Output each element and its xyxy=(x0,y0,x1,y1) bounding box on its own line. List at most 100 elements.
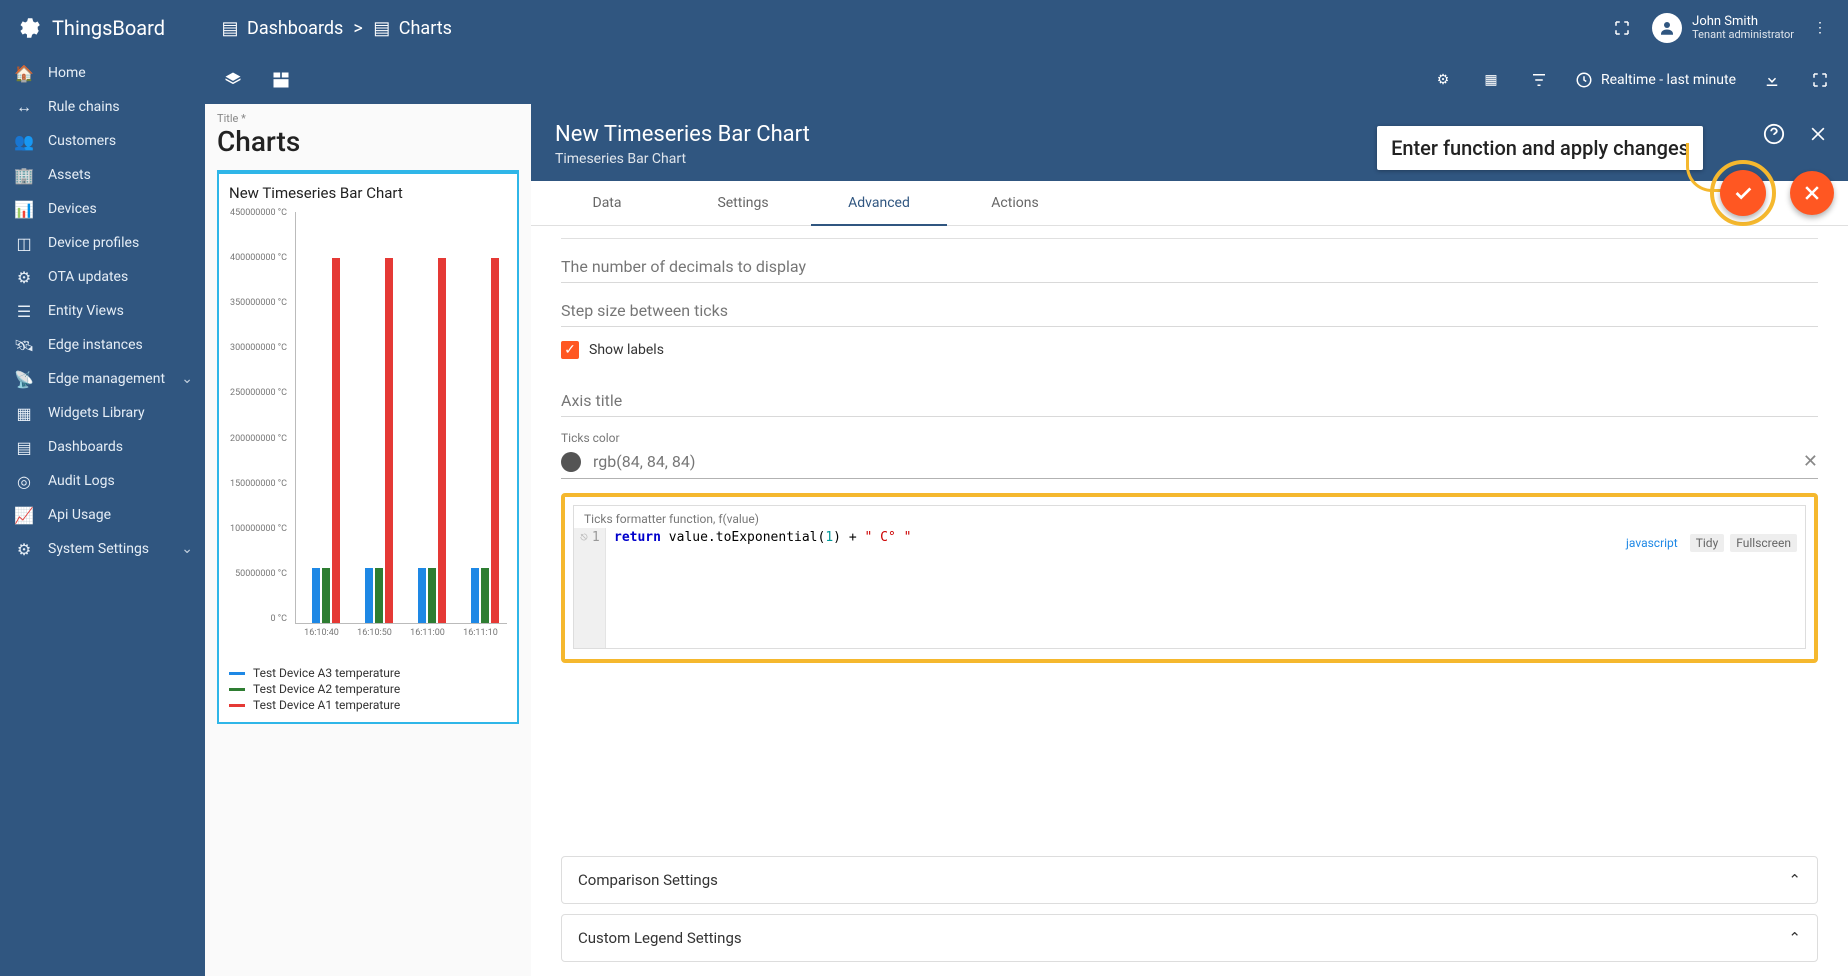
accordion-comparison-settings[interactable]: Comparison Settings ⌃ xyxy=(561,856,1818,904)
breadcrumb-label: Charts xyxy=(399,18,452,39)
sidebar-item-audit-logs[interactable]: ◎Audit Logs xyxy=(0,464,205,498)
bar xyxy=(332,258,340,623)
chevron-up-icon: ⌃ xyxy=(1788,871,1801,889)
widget-editor-panel: New Timeseries Bar Chart Timeseries Bar … xyxy=(531,104,1848,976)
ticks-formatter-code[interactable]: Ticks formatter function, f(value) ⎋1 re… xyxy=(573,505,1806,649)
sidebar-item-system-settings[interactable]: ⚙System Settings⌄ xyxy=(0,532,205,566)
breadcrumb-sep: > xyxy=(353,18,362,39)
bar xyxy=(312,568,320,623)
layout-icon[interactable]: ▦ xyxy=(1479,68,1503,92)
sidebar-item-label: Device profiles xyxy=(48,235,139,251)
dashboard-icon: ▤ xyxy=(221,19,239,37)
profile-icon: ◫ xyxy=(14,233,34,253)
sidebar-item-label: OTA updates xyxy=(48,269,128,285)
sidebar-item-dashboards[interactable]: ▤ Dashboards xyxy=(0,430,205,464)
user-role: Tenant administrator xyxy=(1692,29,1794,41)
breadcrumb-root[interactable]: ▤Dashboards xyxy=(221,18,343,39)
close-icon[interactable] xyxy=(1806,122,1830,146)
y-axis-ticks: 450000000 °C400000000 °C350000000 °C3000… xyxy=(229,208,291,624)
sidebar-item-label: Assets xyxy=(48,167,91,183)
sidebar-item-edge-instances[interactable]: 🛰Edge instances xyxy=(0,328,205,362)
color-swatch-icon[interactable] xyxy=(561,452,581,472)
breadcrumb-current[interactable]: ▤Charts xyxy=(373,18,452,39)
sidebar-item-label: Home xyxy=(48,65,86,81)
tab-advanced[interactable]: Advanced xyxy=(811,181,947,225)
sidebar-item-label: Entity Views xyxy=(48,303,124,319)
people-icon: 👥 xyxy=(14,131,34,151)
fullscreen-icon[interactable] xyxy=(1610,16,1634,40)
sidebar-item-home[interactable]: 🏠 Home xyxy=(0,56,205,90)
sidebar-item-label: Audit Logs xyxy=(48,473,115,489)
tab-data[interactable]: Data xyxy=(539,181,675,225)
sidebar-item-label: Widgets Library xyxy=(48,405,145,421)
time-window[interactable]: Realtime - last minute xyxy=(1575,71,1736,89)
grid-icon[interactable] xyxy=(269,68,293,92)
code-fullscreen-button[interactable]: Fullscreen xyxy=(1730,534,1797,552)
apply-button[interactable] xyxy=(1720,170,1766,216)
gear-icon xyxy=(14,14,42,42)
legend-swatch-icon xyxy=(229,672,245,675)
sidebar-item-entity-views[interactable]: ☰Entity Views xyxy=(0,294,205,328)
sidebar-item-rule-chains[interactable]: ↔Rule chains xyxy=(0,90,205,124)
chevron-up-icon: ⌃ xyxy=(1788,929,1801,947)
bar xyxy=(322,568,330,623)
sidebar-item-assets[interactable]: 🏢 Assets xyxy=(0,158,205,192)
home-icon: 🏠 xyxy=(14,63,34,83)
code-lang-tag[interactable]: javascript xyxy=(1620,534,1684,552)
accordion-label: Custom Legend Settings xyxy=(578,929,742,947)
x-axis-ticks: 16:10:4016:10:5016:11:0016:11:10 xyxy=(295,628,507,644)
decimals-field[interactable]: The number of decimals to display xyxy=(561,239,1818,283)
memory-icon: ⚙ xyxy=(14,267,34,287)
tab-settings[interactable]: Settings xyxy=(675,181,811,225)
sidebar-item-widgets-library[interactable]: ▦Widgets Library xyxy=(0,396,205,430)
show-labels-row[interactable]: ✓ Show labels xyxy=(561,327,1818,373)
axis-title-field[interactable]: Axis title xyxy=(561,373,1818,417)
ticks-color-field[interactable]: rgb(84, 84, 84) ✕ xyxy=(561,445,1818,479)
legend-item[interactable]: Test Device A2 temperature xyxy=(229,682,507,696)
sidebar-item-edge-management[interactable]: 📡Edge management⌄ xyxy=(0,362,205,396)
code-tidy-button[interactable]: Tidy xyxy=(1690,534,1725,552)
sidebar-item-ota-updates[interactable]: ⚙ OTA updates xyxy=(0,260,205,294)
sidebar-item-label: Dashboards xyxy=(48,439,123,455)
sidebar: ThingsBoard 🏠 Home ↔Rule chains 👥Customer… xyxy=(0,0,205,976)
legend-label: Test Device A2 temperature xyxy=(253,682,400,696)
title-field-label: Title * xyxy=(217,112,519,125)
app-logo[interactable]: ThingsBoard xyxy=(0,0,205,56)
checkbox-checked-icon[interactable]: ✓ xyxy=(561,341,579,359)
download-icon[interactable] xyxy=(1760,68,1784,92)
filter-icon[interactable] xyxy=(1527,68,1551,92)
expand-icon[interactable] xyxy=(1808,68,1832,92)
sidebar-item-api-usage[interactable]: 📈Api Usage xyxy=(0,498,205,532)
bar xyxy=(375,568,383,623)
chart-legend: Test Device A3 temperature Test Device A2… xyxy=(229,666,507,712)
sidebar-item-devices[interactable]: 📊Devices xyxy=(0,192,205,226)
dashboard-title[interactable]: Charts xyxy=(217,125,519,158)
dashboard-icon: ▤ xyxy=(14,437,34,457)
step-size-field[interactable]: Step size between ticks xyxy=(561,283,1818,327)
user-menu[interactable]: John Smith Tenant administrator xyxy=(1652,13,1794,43)
user-name: John Smith xyxy=(1692,15,1794,29)
help-icon[interactable] xyxy=(1762,122,1786,146)
kebab-icon[interactable]: ⋮ xyxy=(1808,16,1832,40)
bar xyxy=(428,568,436,623)
sidebar-item-device-profiles[interactable]: ◫ Device profiles xyxy=(0,226,205,260)
accordion-custom-legend-settings[interactable]: Custom Legend Settings ⌃ xyxy=(561,914,1818,962)
code-content[interactable]: return value.toExponential(1) + " C° " xyxy=(606,528,919,648)
layers-icon[interactable] xyxy=(221,68,245,92)
legend-item[interactable]: Test Device A3 temperature xyxy=(229,666,507,680)
chart-icon: 📈 xyxy=(14,505,34,525)
domain-icon: 🏢 xyxy=(14,165,34,185)
cancel-button[interactable] xyxy=(1790,171,1834,215)
clear-icon[interactable]: ✕ xyxy=(1803,451,1818,472)
gear-icon[interactable]: ⚙ xyxy=(1431,68,1455,92)
tab-actions[interactable]: Actions xyxy=(947,181,1083,225)
sidebar-item-label: Edge management xyxy=(48,371,165,387)
chain-icon: ↔ xyxy=(14,97,34,117)
bar xyxy=(385,258,393,623)
sidebar-item-customers[interactable]: 👥Customers xyxy=(0,124,205,158)
legend-item[interactable]: Test Device A1 temperature xyxy=(229,698,507,712)
chart-plot: 450000000 °C400000000 °C350000000 °C3000… xyxy=(229,208,507,658)
plot-area xyxy=(295,212,507,624)
dashboard-edit-panel: Title * Charts New Timeseries Bar Chart … xyxy=(205,104,531,976)
chart-widget[interactable]: New Timeseries Bar Chart 450000000 °C400… xyxy=(217,170,519,724)
